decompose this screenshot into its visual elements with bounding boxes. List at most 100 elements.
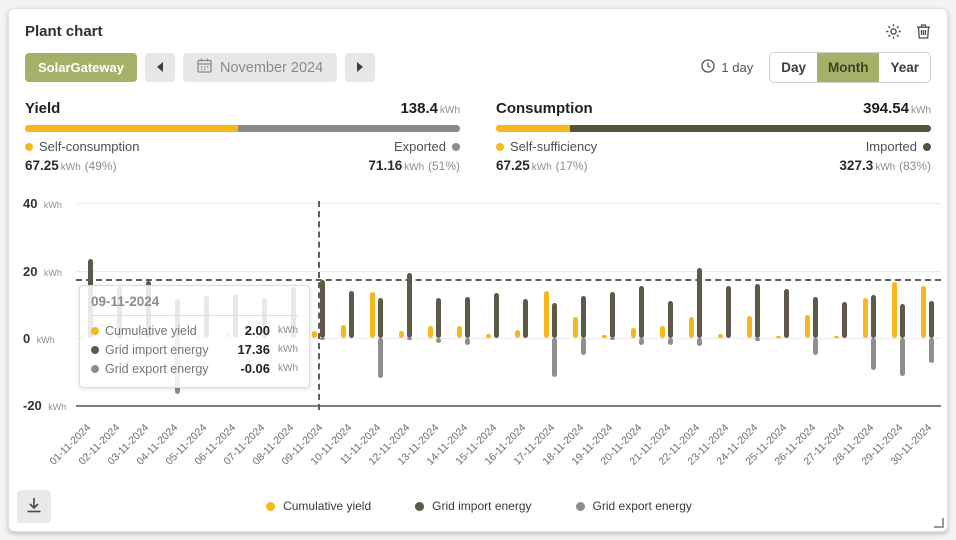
export-bar[interactable]: [436, 338, 441, 343]
consumption-progress-bar: [496, 125, 931, 132]
export-bar[interactable]: [465, 338, 470, 345]
export-bar[interactable]: [610, 338, 615, 340]
resize-handle[interactable]: [934, 518, 944, 528]
legend-dot-icon: [415, 502, 424, 511]
legend-dot-icon: [576, 502, 585, 511]
import-bar[interactable]: [610, 292, 615, 338]
legend-dot-icon: [266, 502, 275, 511]
export-bar[interactable]: [552, 338, 557, 377]
import-bar[interactable]: [639, 286, 644, 338]
tooltip-export-label: Grid export energy: [105, 362, 234, 376]
self-sufficiency-dot-icon: [496, 143, 504, 151]
legend-item[interactable]: Cumulative yield: [266, 499, 371, 513]
import-bar[interactable]: [842, 302, 847, 338]
export-bar[interactable]: [639, 338, 644, 345]
import-bar[interactable]: [668, 301, 673, 338]
import-bar[interactable]: [552, 303, 557, 338]
imported-label: Imported: [866, 139, 917, 154]
prev-period-button[interactable]: [145, 53, 175, 82]
yield-bar[interactable]: [573, 317, 578, 338]
yield-bar[interactable]: [370, 292, 375, 338]
import-bar[interactable]: [407, 273, 412, 338]
import-bar[interactable]: [320, 280, 325, 338]
export-bar[interactable]: [697, 338, 702, 346]
yield-progress-bar: [25, 125, 460, 132]
yield-bar[interactable]: [602, 335, 607, 338]
yield-bar[interactable]: [921, 286, 926, 338]
yield-bar[interactable]: [341, 325, 346, 338]
import-bar[interactable]: [523, 299, 528, 338]
tooltip-import-dot-icon: [91, 346, 99, 354]
tooltip-date: 09-11-2024: [91, 294, 298, 309]
yield-selfconsumption-segment: [25, 125, 238, 132]
import-bar[interactable]: [378, 298, 383, 338]
yield-bar[interactable]: [834, 336, 839, 338]
calendar-icon: [197, 58, 212, 77]
import-bar[interactable]: [871, 295, 876, 338]
stats-row: Yield 138.4kWh Self-consumption Exported…: [9, 83, 947, 173]
yield-bar[interactable]: [805, 315, 810, 338]
export-bar[interactable]: [871, 338, 876, 370]
yield-bar[interactable]: [718, 334, 723, 338]
yield-bar[interactable]: [457, 326, 462, 338]
consumption-total-unit: kWh: [911, 105, 931, 116]
import-bar[interactable]: [465, 297, 470, 338]
y-axis-tick-label: -20 kWh: [23, 397, 75, 415]
page-title: Plant chart: [25, 23, 103, 40]
yield-bar[interactable]: [515, 330, 520, 338]
imported-pct: (83%): [899, 159, 931, 173]
settings-button[interactable]: [885, 23, 902, 40]
legend-label: Cumulative yield: [283, 499, 371, 513]
export-bar[interactable]: [755, 338, 760, 341]
export-bar[interactable]: [378, 338, 383, 378]
export-bar[interactable]: [668, 338, 673, 345]
import-bar[interactable]: [494, 293, 499, 338]
import-bar[interactable]: [784, 289, 789, 338]
self-sufficiency-value: 67.25: [496, 158, 530, 173]
yield-bar[interactable]: [428, 326, 433, 338]
yield-bar[interactable]: [747, 316, 752, 338]
export-bar[interactable]: [407, 338, 412, 340]
delete-button[interactable]: [916, 23, 931, 40]
legend-item[interactable]: Grid import energy: [415, 499, 531, 513]
tab-year[interactable]: Year: [879, 53, 930, 82]
self-consumption-value: 67.25: [25, 158, 59, 173]
consumption-panel: Consumption 394.54kWh Self-sufficiency I…: [496, 100, 931, 173]
import-bar[interactable]: [726, 286, 731, 338]
export-bar[interactable]: [900, 338, 905, 376]
export-bar[interactable]: [320, 338, 325, 340]
tab-month[interactable]: Month: [817, 53, 879, 82]
yield-bar[interactable]: [892, 282, 897, 338]
gateway-button[interactable]: SolarGateway: [25, 53, 137, 82]
yield-bar[interactable]: [660, 326, 665, 338]
import-bar[interactable]: [755, 284, 760, 338]
yield-bar[interactable]: [631, 328, 636, 338]
import-bar[interactable]: [929, 301, 934, 338]
import-bar[interactable]: [900, 304, 905, 338]
import-bar[interactable]: [581, 296, 586, 338]
export-bar[interactable]: [929, 338, 934, 363]
yield-bar[interactable]: [312, 331, 317, 338]
next-period-button[interactable]: [345, 53, 375, 82]
import-bar[interactable]: [813, 297, 818, 338]
yield-bar[interactable]: [776, 336, 781, 338]
export-bar[interactable]: [813, 338, 818, 355]
import-bar[interactable]: [349, 291, 354, 338]
yield-bar[interactable]: [689, 317, 694, 338]
gridline: [76, 271, 941, 272]
legend-item[interactable]: Grid export energy: [576, 499, 692, 513]
y-axis-tick-label: 20 kWh: [23, 263, 75, 281]
import-bar[interactable]: [436, 298, 441, 338]
granularity-tabs: Day Month Year: [769, 52, 931, 83]
self-sufficiency-pct: (17%): [556, 159, 588, 173]
bar-chart: 40 kWh20 kWh0 kWh-20 kWh01-11-202402-11-…: [9, 196, 949, 488]
export-bar[interactable]: [581, 338, 586, 355]
yield-bar[interactable]: [486, 334, 491, 338]
tab-day[interactable]: Day: [770, 53, 817, 82]
yield-bar[interactable]: [399, 331, 404, 338]
yield-bar[interactable]: [863, 298, 868, 338]
yield-total: 138.4: [400, 100, 438, 117]
clock-icon: [701, 59, 715, 76]
yield-bar[interactable]: [544, 291, 549, 338]
period-picker-button[interactable]: November 2024: [183, 53, 337, 82]
